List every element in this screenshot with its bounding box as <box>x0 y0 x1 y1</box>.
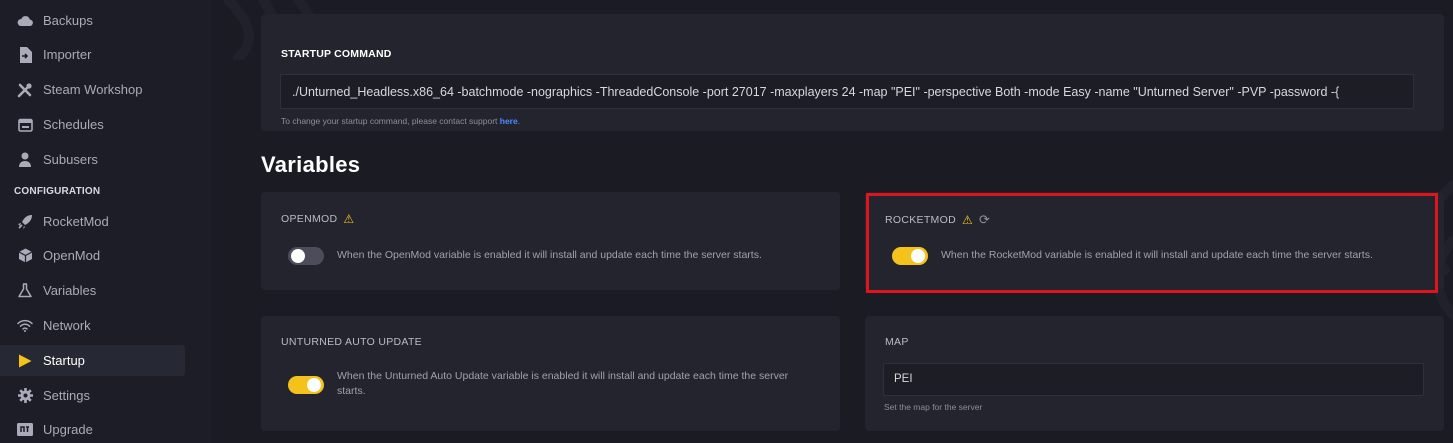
auto-update-card: UNTURNED AUTO UPDATE When the Unturned A… <box>261 316 840 431</box>
sidebar-item-steam-workshop[interactable]: Steam Workshop <box>0 74 185 105</box>
startup-command-card: STARTUP COMMAND ./Unturned_Headless.x86_… <box>261 14 1444 131</box>
sidebar-item-label: Startup <box>43 353 85 368</box>
upgrade-icon <box>16 421 34 439</box>
cloud-icon <box>16 12 34 30</box>
map-card: MAP PEI Set the map for the server <box>865 316 1444 431</box>
sidebar-item-label: Schedules <box>43 117 104 132</box>
refresh-icon[interactable]: ⟳ <box>979 212 990 228</box>
variables-heading: Variables <box>261 152 361 177</box>
help-text: To change your startup command, please c… <box>281 116 500 126</box>
sidebar-item-label: Importer <box>43 47 92 62</box>
sidebar-item-rocketmod[interactable]: RocketMod <box>0 206 185 237</box>
support-link[interactable]: here <box>500 116 518 126</box>
sidebar-item-subusers[interactable]: Subusers <box>0 144 185 175</box>
tools-icon <box>16 81 34 99</box>
sidebar-item-label: Upgrade <box>43 422 93 437</box>
sidebar-item-upgrade[interactable]: Upgrade <box>0 414 185 443</box>
sidebar-item-network[interactable]: Network <box>0 310 185 341</box>
sidebar: Backups Importer Steam Workshop Schedule… <box>0 0 210 443</box>
sidebar-item-startup[interactable]: Startup <box>0 345 185 376</box>
rocketmod-title: ROCKETMOD ⚠ ⟳ <box>885 212 990 228</box>
play-icon <box>16 352 34 370</box>
sidebar-item-label: Steam Workshop <box>43 82 143 97</box>
gear-icon <box>16 387 34 405</box>
openmod-card: OPENMOD ⚠ When the OpenMod variable is e… <box>261 192 840 290</box>
flask-icon <box>16 282 34 300</box>
sidebar-item-label: Backups <box>43 13 93 28</box>
startup-command-field[interactable]: ./Unturned_Headless.x86_64 -batchmode -n… <box>280 74 1414 109</box>
main-content: STARTUP COMMAND ./Unturned_Headless.x86_… <box>210 0 1453 443</box>
toggle-knob <box>307 378 321 392</box>
file-import-icon <box>16 46 34 64</box>
sidebar-item-label: RocketMod <box>43 214 109 229</box>
openmod-description: When the OpenMod variable is enabled it … <box>337 249 762 261</box>
sidebar-item-label: OpenMod <box>43 248 101 263</box>
map-input[interactable]: PEI <box>883 363 1424 396</box>
auto-update-description: When the Unturned Auto Update variable i… <box>337 370 789 397</box>
sidebar-item-variables[interactable]: Variables <box>0 275 185 306</box>
sidebar-item-openmod[interactable]: OpenMod <box>0 240 185 271</box>
sidebar-item-schedules[interactable]: Schedules <box>0 109 185 140</box>
calendar-icon <box>16 116 34 134</box>
rocketmod-title-text: ROCKETMOD <box>885 214 956 226</box>
cube-icon <box>16 247 34 265</box>
rocketmod-description: When the RocketMod variable is enabled i… <box>941 249 1373 261</box>
openmod-title-text: OPENMOD <box>281 213 338 225</box>
sidebar-item-label: Subusers <box>43 152 98 167</box>
map-help: Set the map for the server <box>884 402 983 412</box>
sidebar-item-label: Network <box>43 318 91 333</box>
wifi-icon <box>16 317 34 335</box>
sidebar-section-configuration: CONFIGURATION <box>14 186 101 197</box>
sidebar-item-backups[interactable]: Backups <box>0 5 185 36</box>
toggle-knob <box>291 249 305 263</box>
sidebar-item-label: Variables <box>43 283 97 298</box>
startup-command-title: STARTUP COMMAND <box>281 48 392 60</box>
auto-update-title: UNTURNED AUTO UPDATE <box>281 336 422 348</box>
rocket-icon <box>16 213 34 231</box>
openmod-title: OPENMOD ⚠ <box>281 212 354 226</box>
warning-icon: ⚠ <box>343 212 355 226</box>
warning-icon: ⚠ <box>961 213 974 227</box>
rocketmod-card: ROCKETMOD ⚠ ⟳ When the RocketMod variabl… <box>865 192 1444 290</box>
openmod-toggle[interactable] <box>288 247 324 265</box>
sidebar-item-settings[interactable]: Settings <box>0 380 185 411</box>
user-icon <box>16 151 34 169</box>
toggle-knob <box>911 249 925 263</box>
map-title: MAP <box>885 336 909 348</box>
startup-command-help: To change your startup command, please c… <box>281 116 520 126</box>
sidebar-item-importer[interactable]: Importer <box>0 39 185 70</box>
help-text-suffix: . <box>517 116 521 126</box>
sidebar-item-label: Settings <box>43 388 90 403</box>
rocketmod-toggle[interactable] <box>892 247 928 265</box>
auto-update-toggle[interactable] <box>288 376 324 394</box>
